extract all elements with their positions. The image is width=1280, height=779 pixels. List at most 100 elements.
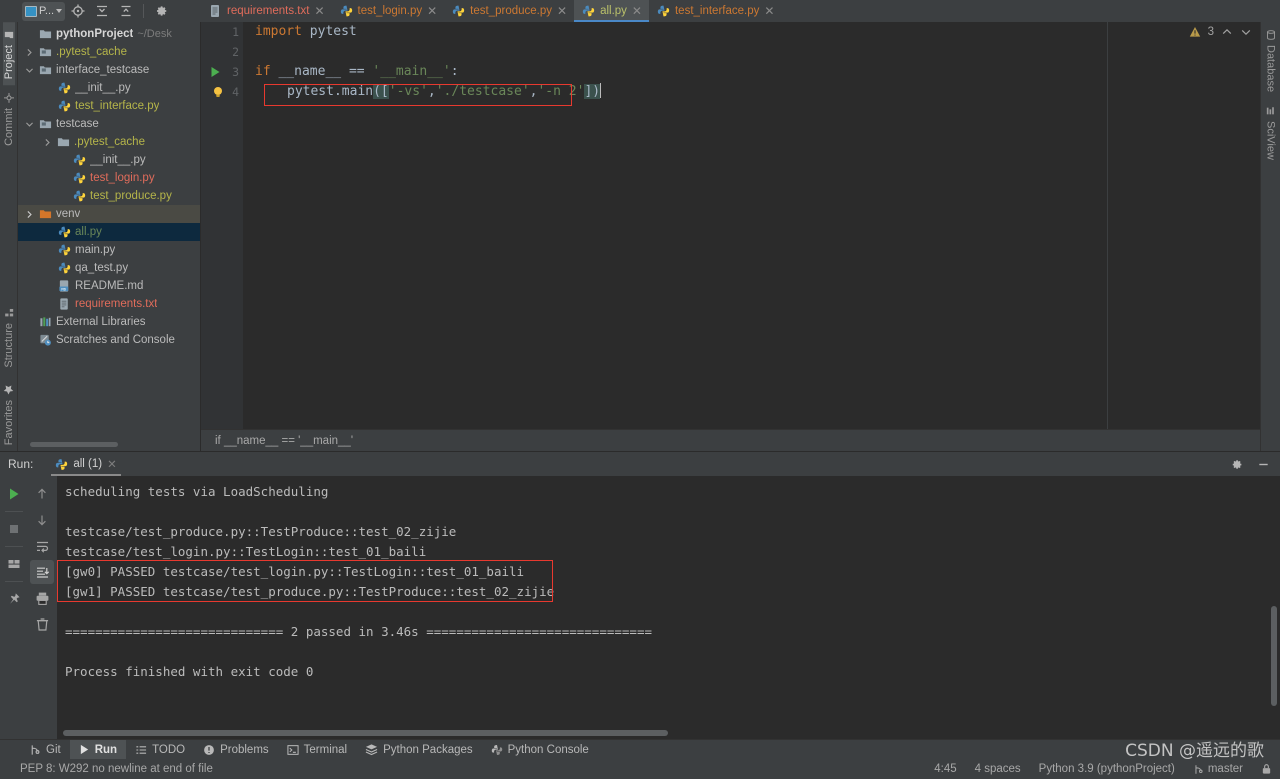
interpreter-selector[interactable]: Python 3.9 (pythonProject): [1039, 763, 1175, 775]
trash-icon[interactable]: [30, 612, 54, 636]
down-arrow-icon[interactable]: [30, 508, 54, 532]
run-window-header: Run: all (1) ✕: [0, 452, 1280, 476]
scrollbar-thumb[interactable]: [30, 442, 118, 447]
pin-icon[interactable]: [2, 587, 26, 611]
soft-wrap-icon[interactable]: [30, 534, 54, 558]
tree-row-pytest-cache-root[interactable]: .pytest_cache: [18, 43, 200, 61]
chevron-down-icon[interactable]: [1240, 26, 1252, 38]
tree-row-test-produce[interactable]: test_produce.py: [18, 187, 200, 205]
tree-expander-right-icon[interactable]: [24, 48, 35, 57]
rail-tab-database[interactable]: Database: [1265, 22, 1277, 100]
project-tree[interactable]: pythonProject ~/Desk .pytest_cache inter: [18, 22, 200, 439]
intention-bulb-icon[interactable]: [211, 82, 225, 102]
editor-vertical-scrollbar[interactable]: [1095, 22, 1107, 429]
editor-tab-test-login[interactable]: test_login.py ✕: [332, 0, 445, 22]
tool-button-label: Git: [46, 743, 61, 756]
vcs-branch-widget[interactable]: master: [1193, 763, 1243, 775]
tree-row-external-libraries[interactable]: External Libraries: [18, 313, 200, 331]
toggle-tasks-icon[interactable]: [2, 552, 26, 576]
scroll-to-end-icon[interactable]: [30, 560, 54, 584]
rail-tab-favorites[interactable]: Favorites: [3, 374, 15, 451]
tool-button-problems[interactable]: Problems: [194, 740, 278, 760]
rail-tab-project[interactable]: Project: [2, 22, 15, 86]
tree-row-test-interface[interactable]: test_interface.py: [18, 97, 200, 115]
locate-file-icon[interactable]: [67, 2, 89, 21]
project-view-label: P...: [39, 5, 55, 17]
line-number: 1: [232, 25, 239, 39]
tree-row-testcase-init[interactable]: __init__.py: [18, 151, 200, 169]
tree-expander-right-icon[interactable]: [42, 138, 53, 147]
tab-close-icon[interactable]: ✕: [557, 5, 567, 17]
tree-row-pythonproject[interactable]: pythonProject ~/Desk: [18, 25, 200, 43]
rail-tab-commit[interactable]: Commit: [3, 85, 15, 152]
svg-text:MD: MD: [61, 286, 66, 291]
tab-close-icon[interactable]: ✕: [764, 5, 774, 17]
python-file-icon: [56, 458, 68, 470]
settings-gear-icon[interactable]: [150, 2, 172, 21]
project-horizontal-scrollbar[interactable]: [18, 439, 200, 451]
editor-code-area[interactable]: import pytest if __name__ == '__main__':…: [243, 22, 1095, 429]
scrollbar-thumb[interactable]: [1271, 606, 1277, 706]
console-vertical-scrollbar[interactable]: [1268, 476, 1280, 739]
tree-row-all-py[interactable]: all.py: [18, 223, 200, 241]
print-icon[interactable]: [30, 586, 54, 610]
tree-row-requirements[interactable]: requirements.txt: [18, 295, 200, 313]
run-console[interactable]: scheduling tests via LoadScheduling test…: [57, 476, 1280, 739]
tree-expander-down-icon[interactable]: [24, 120, 35, 129]
tree-row-readme[interactable]: MD README.md: [18, 277, 200, 295]
lock-icon[interactable]: [1261, 763, 1272, 775]
scrollbar-thumb[interactable]: [63, 730, 668, 736]
up-arrow-icon[interactable]: [30, 482, 54, 506]
editor-tab-test-interface[interactable]: test_interface.py ✕: [649, 0, 781, 22]
tree-row-scratches[interactable]: Scratches and Console: [18, 331, 200, 349]
editor-tab-test-produce[interactable]: test_produce.py ✕: [444, 0, 574, 22]
tab-close-icon[interactable]: ✕: [314, 5, 324, 17]
tree-row-interface-init[interactable]: __init__.py: [18, 79, 200, 97]
rail-tab-sciview[interactable]: SciView: [1265, 100, 1277, 168]
inspection-widget[interactable]: 3: [1189, 26, 1252, 38]
python-file-icon: [58, 244, 71, 256]
tree-expander-down-icon[interactable]: [24, 66, 35, 75]
console-horizontal-scrollbar[interactable]: [57, 727, 1268, 739]
tree-row-venv[interactable]: venv: [18, 205, 200, 223]
tab-close-icon[interactable]: ✕: [427, 5, 437, 17]
run-gutter-icon[interactable]: [208, 62, 222, 82]
editor-gutter[interactable]: 1 2 3 4: [201, 22, 243, 429]
collapse-all-icon[interactable]: [115, 2, 137, 21]
tree-row-qa-test-py[interactable]: qa_test.py: [18, 259, 200, 277]
chevron-up-icon[interactable]: [1221, 26, 1233, 38]
python-file-icon: [58, 100, 71, 112]
run-tab-close-icon[interactable]: ✕: [107, 457, 117, 471]
python-file-icon: [73, 172, 86, 184]
run-configuration-tab[interactable]: all (1) ✕: [47, 452, 124, 476]
tree-row-testcase[interactable]: testcase: [18, 115, 200, 133]
settings-gear-icon[interactable]: [1230, 458, 1243, 471]
tab-close-icon[interactable]: ✕: [632, 5, 642, 17]
tool-button-todo[interactable]: TODO: [126, 740, 194, 760]
tool-button-run[interactable]: Run: [69, 739, 127, 760]
tree-expander-right-icon[interactable]: [24, 210, 35, 219]
rerun-icon[interactable]: [2, 482, 26, 506]
expand-all-icon[interactable]: [91, 2, 113, 21]
caret-position[interactable]: 4:45: [934, 763, 956, 775]
tool-button-terminal[interactable]: Terminal: [278, 740, 356, 760]
rail-tab-structure[interactable]: Structure: [3, 300, 15, 374]
tree-row-test-login[interactable]: test_login.py: [18, 169, 200, 187]
editor-breadcrumb[interactable]: if __name__ == '__main__': [201, 429, 1260, 451]
tool-button-label: Run: [94, 743, 118, 756]
editor-tab-requirements[interactable]: requirements.txt ✕: [201, 0, 332, 22]
tab-label: requirements.txt: [227, 5, 310, 17]
project-view-selector[interactable]: P...: [22, 1, 66, 21]
tree-row-interface-testcase[interactable]: interface_testcase: [18, 61, 200, 79]
tool-button-python-console[interactable]: Python Console: [482, 740, 598, 760]
tree-row-pytest-cache-testcase[interactable]: .pytest_cache: [18, 133, 200, 151]
tool-button-git[interactable]: Git: [20, 740, 70, 760]
stop-icon[interactable]: [2, 517, 26, 541]
minimize-icon[interactable]: [1257, 458, 1270, 471]
tree-row-main-py[interactable]: main.py: [18, 241, 200, 259]
rail-commit-label: Commit: [2, 108, 15, 147]
tool-button-python-packages[interactable]: Python Packages: [356, 740, 482, 760]
editor-tab-all[interactable]: all.py ✕: [574, 0, 649, 22]
indent-setting[interactable]: 4 spaces: [975, 763, 1021, 775]
